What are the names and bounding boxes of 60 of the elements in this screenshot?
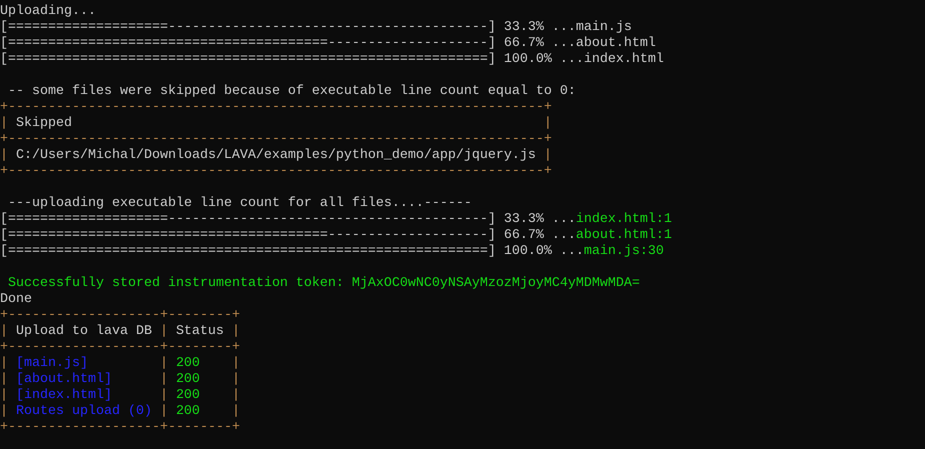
progress-text: [============================================================]: [0, 52, 496, 68]
output-text: 33.3% ...: [502, 20, 576, 36]
output-text: Done: [0, 292, 32, 308]
success-text: index.html:1: [576, 212, 672, 228]
table-cell-text: 200: [174, 356, 201, 372]
table-cell-text: 200: [174, 388, 201, 404]
column-separator: |: [0, 372, 8, 388]
progress-text: [========================================--------------------]: [0, 36, 496, 52]
column-separator: |: [160, 404, 168, 420]
table-cell-text: C:/Users/Michal/Downloads/LAVA/examples/python_demo/app/jquery.js: [14, 148, 537, 164]
table-border: +-------------------+--------+: [0, 340, 240, 356]
output-text: -- some files were skipped because of executable line count equal to 0:: [6, 84, 576, 100]
table-cell-text: [about.html]: [14, 372, 113, 388]
output-text: ---uploading executable line count for all files....------: [6, 196, 472, 212]
table-border: +-------------------------------------------------------------------+: [0, 100, 552, 116]
column-separator: |: [0, 324, 8, 340]
output-text: Uploading...: [0, 4, 96, 20]
success-text: about.html:1: [576, 228, 672, 244]
success-text: Successfully stored instrumentation token: MjAxOC0wNC0yNSAyMzozMjoyMC4yMDMwMDA=: [6, 276, 640, 292]
column-separator: |: [0, 356, 8, 372]
column-separator: |: [232, 356, 240, 372]
column-separator: |: [544, 148, 552, 164]
table-header: Skipped: [14, 116, 73, 132]
column-separator: |: [160, 356, 168, 372]
column-separator: |: [0, 404, 8, 420]
table-cell-text: [index.html]: [14, 388, 113, 404]
table-cell-text: 200: [174, 372, 201, 388]
table-border: +-------------------------------------------------------------------+: [0, 164, 552, 180]
column-separator: |: [232, 324, 240, 340]
table-cell-text: [main.js]: [14, 356, 89, 372]
output-text: 66.7% ...: [502, 228, 576, 244]
table-border: +-------------------+--------+: [0, 308, 240, 324]
column-separator: |: [0, 388, 8, 404]
column-separator: |: [0, 116, 8, 132]
table-header: Status: [174, 324, 225, 340]
table-border: +-------------------------------------------------------------------+: [0, 132, 552, 148]
column-separator: |: [0, 148, 8, 164]
column-separator: |: [232, 404, 240, 420]
success-text: main.js:30: [584, 244, 664, 260]
table-border: +-------------------+--------+: [0, 420, 240, 436]
column-separator: |: [544, 116, 552, 132]
column-separator: |: [232, 372, 240, 388]
column-separator: |: [160, 372, 168, 388]
table-header: Upload to lava DB: [14, 324, 153, 340]
output-text: 66.7% ...: [502, 36, 576, 52]
output-text: 33.3% ...: [502, 212, 576, 228]
progress-text: [====================----------------------------------------]: [0, 20, 496, 36]
progress-text: [========================================--------------------]: [0, 228, 496, 244]
column-separator: |: [160, 388, 168, 404]
output-text: about.html: [576, 36, 656, 52]
progress-text: [====================----------------------------------------]: [0, 212, 496, 228]
table-cell-text: 200: [174, 404, 201, 420]
output-text: index.html: [584, 52, 664, 68]
output-text: 100.0% ...: [502, 244, 584, 260]
column-separator: |: [232, 388, 240, 404]
progress-text: [============================================================]: [0, 244, 496, 260]
output-text: 100.0% ...: [502, 52, 584, 68]
column-separator: |: [160, 324, 168, 340]
table-cell-text: Routes upload (0): [14, 404, 153, 420]
output-text: main.js: [576, 20, 632, 36]
